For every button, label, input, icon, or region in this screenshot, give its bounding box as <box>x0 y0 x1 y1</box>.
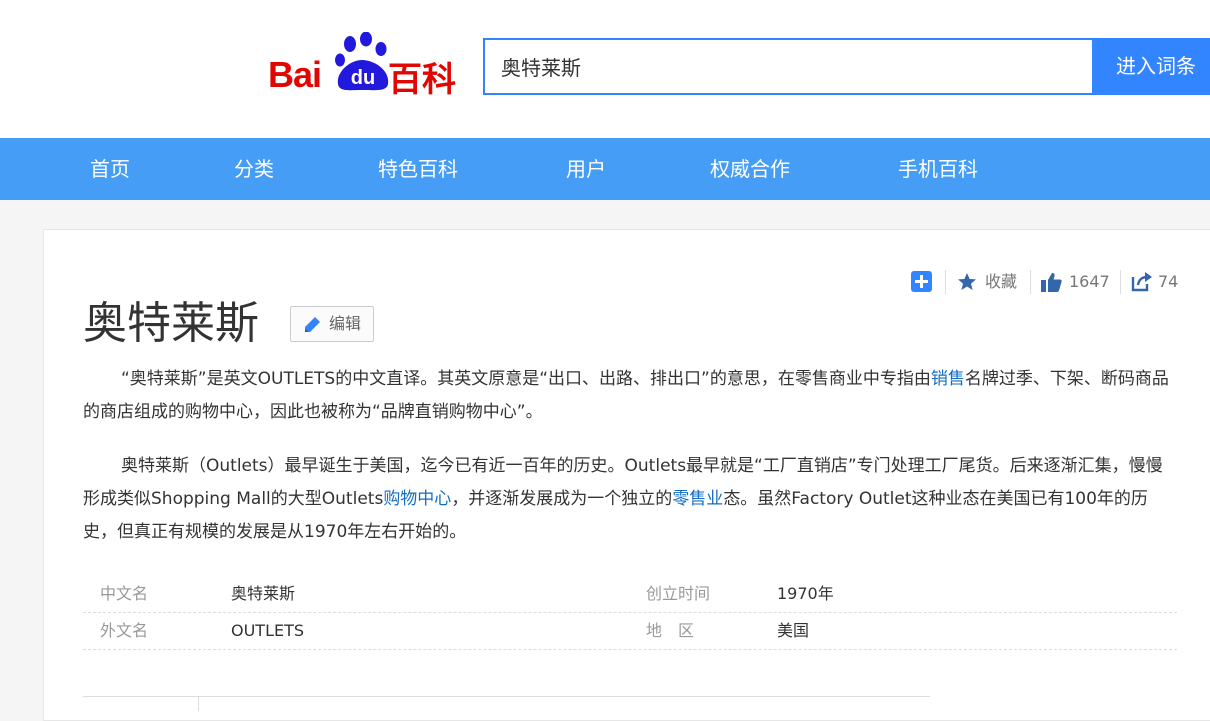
table-row: 中文名 奥特莱斯 创立时间 1970年 <box>83 576 1177 613</box>
main-nav: 首页 分类 特色百科 用户 权威合作 手机百科 <box>0 138 1210 200</box>
toolbar-divider <box>945 270 946 294</box>
nav-item-partners[interactable]: 权威合作 <box>710 138 790 200</box>
link-region-usa[interactable]: 美国 <box>777 613 809 649</box>
logo-baike: 百科 <box>388 60 456 100</box>
info-key: 地 区 <box>646 621 695 640</box>
paw-icon: du <box>335 32 389 91</box>
summary-paragraph-2: 奥特莱斯（Outlets）最早诞生于美国，迄今已有近一百年的历史。Outlets… <box>83 450 1178 549</box>
like-count: 1647 <box>1069 272 1110 291</box>
info-value: 1970年 <box>777 584 834 603</box>
section-divider <box>83 696 930 697</box>
para2-text-b: ，并逐渐发展成为一个独立的 <box>451 489 673 509</box>
nav-item-category[interactable]: 分类 <box>234 138 274 200</box>
link-sales[interactable]: 销售 <box>931 369 965 389</box>
toolbar-divider <box>1120 270 1121 294</box>
edit-label: 编辑 <box>329 314 362 333</box>
add-icon[interactable] <box>911 271 932 292</box>
share-count: 74 <box>1158 272 1179 291</box>
baidu-baike-logo[interactable]: Bai du 百科 <box>268 26 468 100</box>
thumbs-up-icon[interactable] <box>1041 272 1062 292</box>
edit-button[interactable]: 编辑 <box>290 306 374 342</box>
link-shopping-center[interactable]: 购物中心 <box>383 489 451 509</box>
collect-button[interactable]: 收藏 <box>985 268 1017 296</box>
logo-bai: Bai <box>268 54 322 95</box>
link-retail[interactable]: 零售业 <box>672 489 723 509</box>
basic-info-table: 中文名 奥特莱斯 创立时间 1970年 外文名 OUTLETS 地 区 美国 <box>83 576 1177 650</box>
para1-text-a: “奥特莱斯”是英文OUTLETS的中文直译。其英文原意是“出口、出路、排出口”的… <box>121 369 931 389</box>
info-value: 奥特莱斯 <box>231 584 296 603</box>
nav-item-mobile[interactable]: 手机百科 <box>898 138 978 200</box>
logo-du: du <box>351 67 375 89</box>
table-row: 外文名 OUTLETS 地 区 美国 <box>83 613 1177 650</box>
entry-title: 奥特莱斯 <box>83 298 259 349</box>
star-icon[interactable] <box>957 272 977 292</box>
nav-item-users[interactable]: 用户 <box>566 138 606 200</box>
info-value: OUTLETS <box>231 621 305 640</box>
pencil-icon <box>305 317 320 332</box>
toolbar-divider <box>1030 270 1031 294</box>
info-key: 外文名 <box>100 621 149 640</box>
search-input-box[interactable] <box>483 38 1105 95</box>
info-key: 创立时间 <box>646 584 711 603</box>
nav-item-home[interactable]: 首页 <box>90 138 130 200</box>
tab-divider <box>198 696 199 711</box>
info-key: 中文名 <box>100 584 149 603</box>
enter-entry-button[interactable]: 进入词条 <box>1092 38 1210 95</box>
share-icon[interactable] <box>1131 272 1152 292</box>
search-input[interactable] <box>499 40 1083 92</box>
header: Bai du 百科 进入词条 <box>0 0 1210 138</box>
nav-item-featured[interactable]: 特色百科 <box>378 138 458 200</box>
summary-paragraph-1: “奥特莱斯”是英文OUTLETS的中文直译。其英文原意是“出口、出路、排出口”的… <box>83 363 1178 429</box>
